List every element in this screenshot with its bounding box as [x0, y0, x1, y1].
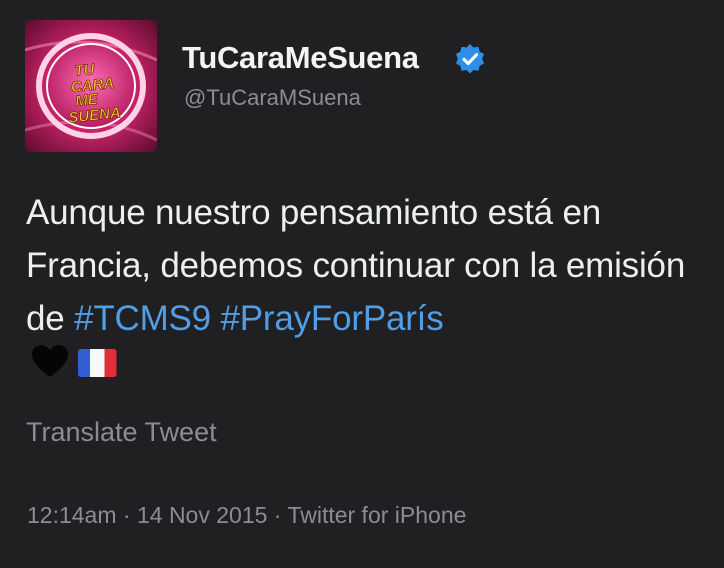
- tweet-time[interactable]: 12:14am: [27, 502, 117, 528]
- user-handle[interactable]: @TuCaraMSuena: [184, 85, 361, 111]
- avatar-logo-image: TU CARA ME SUENA: [25, 20, 157, 152]
- tweet-date[interactable]: 14 Nov 2015: [137, 502, 267, 528]
- avatar[interactable]: TU CARA ME SUENA: [25, 20, 157, 152]
- hashtag-prayforparis[interactable]: #PrayForParís: [220, 299, 443, 338]
- flag-france-icon: [78, 349, 117, 377]
- verified-badge-icon: [454, 43, 486, 75]
- black-heart-icon: [32, 345, 68, 377]
- tweet-card: TU CARA ME SUENA TuCaraMeSuena @TuCaraMS…: [0, 0, 724, 568]
- display-name[interactable]: TuCaraMeSuena: [182, 40, 419, 76]
- meta-separator: ·: [116, 502, 137, 528]
- tweet-source: Twitter for iPhone: [287, 502, 467, 528]
- hashtag-tcms9[interactable]: #TCMS9: [74, 299, 211, 338]
- meta-separator: ·: [267, 502, 288, 528]
- translate-tweet-link[interactable]: Translate Tweet: [26, 417, 217, 448]
- tweet-text: Aunque nuestro pensamiento está en Franc…: [26, 186, 706, 345]
- tweet-meta: 12:14am · 14 Nov 2015 · Twitter for iPho…: [27, 502, 466, 529]
- emoji-row: [30, 343, 130, 383]
